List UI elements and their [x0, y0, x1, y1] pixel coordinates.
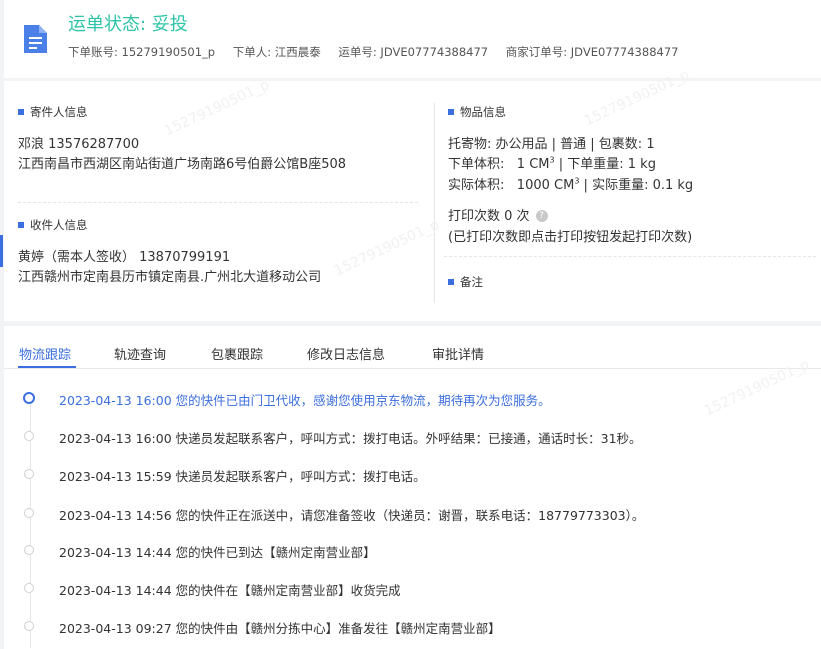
- timeline-text: 2023-04-13 16:00 快递员发起联系客户，呼叫方式：拨打电话。外呼结果…: [59, 428, 642, 447]
- actual-weight: 实际重量: 0.1 kg: [592, 178, 694, 193]
- actual-volume-weight: 实际体积: 1000 CM3 | 实际重量: 0.1 kg: [448, 174, 693, 193]
- timeline-item: 2023-04-13 14:44 您的快件已到达【赣州定南营业部】: [4, 542, 821, 562]
- receiver-address: 江西赣州市定南县历市镇定南县.广州北大道移动公司: [18, 270, 322, 285]
- remark-section-title: 备注: [448, 274, 483, 290]
- waybill-number: 运单号: JDVE07774388477: [338, 45, 489, 59]
- tab-track-query[interactable]: 轨迹查询: [114, 344, 166, 363]
- orderer: 下单人: 江西晨泰: [232, 45, 321, 59]
- timeline-desc: 您的快件由【赣州分拣中心】准备发往【赣州定南营业部】: [175, 621, 501, 636]
- timeline-desc: 您的快件正在派送中，请您准备签收（快递员：谢晋，联系电话：18779773303…: [175, 508, 645, 523]
- print-count-row: 打印次数 0 次?: [448, 205, 548, 224]
- sender-address: 江西南昌市西湖区南站街道广场南路6号伯爵公馆B座508: [18, 157, 347, 172]
- waybill-header: 运单状态: 妥投 下单账号: 15279190501_p 下单人: 江西晨泰 运…: [4, 0, 821, 78]
- timeline-time: 2023-04-13 16:00: [59, 431, 172, 446]
- tab-approval-details[interactable]: 审批详情: [432, 344, 484, 363]
- separator: |: [558, 157, 564, 172]
- order-account: 下单账号: 15279190501_p: [68, 45, 216, 59]
- timeline-time: 2023-04-13 14:44: [59, 545, 172, 560]
- timeline-desc: 您的快件在【赣州定南营业部】收货完成: [175, 583, 401, 598]
- print-note: (已打印次数即点击打印按钮发起打印次数): [448, 230, 693, 245]
- shipment-info-panel: 寄件人信息 邓浪 13576287700 江西南昌市西湖区南站街道广场南路6号伯…: [4, 81, 821, 321]
- timeline-time: 2023-04-13 15:59: [59, 469, 172, 484]
- timeline-item: 2023-04-13 14:44 您的快件在【赣州定南营业部】收货完成: [4, 580, 821, 600]
- receiver-name-phone: 黄婷（需本人签收） 13870799191: [18, 250, 231, 265]
- order-volume-value: 1 CM: [516, 157, 550, 172]
- timeline-item: 2023-04-13 14:56 您的快件正在派送中，请您准备签收（快递员：谢晋，…: [4, 505, 821, 525]
- active-indicator: [0, 235, 3, 267]
- divider: [18, 202, 418, 203]
- order-volume-weight: 下单体积: 1 CM3 | 下单重量: 1 kg: [448, 153, 656, 172]
- goods-section-title: 物品信息: [448, 104, 506, 120]
- waybill-meta: 下单账号: 15279190501_p 下单人: 江西晨泰 运单号: JDVE0…: [68, 44, 692, 60]
- timeline-dot: [24, 431, 34, 441]
- tab-modification-log[interactable]: 修改日志信息: [307, 344, 385, 363]
- timeline-dot: [24, 508, 34, 518]
- timeline-text: 2023-04-13 15:59 快递员发起联系客户，呼叫方式：拨打电话。: [59, 466, 426, 485]
- sender-name-phone: 邓浪 13576287700: [18, 137, 140, 152]
- timeline-text: 2023-04-13 14:44 您的快件在【赣州定南营业部】收货完成: [59, 580, 401, 599]
- timeline-time: 2023-04-13 14:56: [59, 508, 172, 523]
- actual-volume-value: 1000 CM: [516, 178, 575, 193]
- merchant-order-number: 商家订单号: JDVE07774388477: [505, 45, 679, 59]
- timeline-dot: [24, 545, 34, 555]
- order-volume-label: 下单体积:: [448, 157, 505, 172]
- divider: [444, 256, 816, 257]
- timeline-dot: [24, 469, 34, 479]
- tab-bar: 物流跟踪 轨迹查询 包裹跟踪 修改日志信息 审批详情: [4, 326, 821, 369]
- tab-logistics-tracking[interactable]: 物流跟踪: [19, 344, 71, 363]
- timeline-item: 2023-04-13 15:59 快递员发起联系客户，呼叫方式：拨打电话。: [4, 466, 821, 486]
- sender-section-title: 寄件人信息: [18, 104, 88, 120]
- timeline-text: 2023-04-13 16:00 您的快件已由门卫代收，感谢您使用京东物流，期待再…: [59, 390, 551, 409]
- timeline-dot: [24, 621, 34, 631]
- question-icon[interactable]: ?: [535, 209, 548, 222]
- timeline-text: 2023-04-13 14:56 您的快件正在派送中，请您准备签收（快递员：谢晋，…: [59, 505, 644, 524]
- tab-package-tracking[interactable]: 包裹跟踪: [211, 344, 263, 363]
- timeline-item: 2023-04-13 16:00 快递员发起联系客户，呼叫方式：拨打电话。外呼结果…: [4, 428, 821, 448]
- divider: [434, 103, 435, 303]
- actual-volume-label: 实际体积:: [448, 178, 505, 193]
- print-count: 打印次数 0 次: [448, 209, 530, 224]
- waybill-status: 运单状态: 妥投: [68, 14, 188, 35]
- timeline-desc: 您的快件已到达【赣州定南营业部】: [175, 545, 376, 560]
- timeline-desc: 快递员发起联系客户，呼叫方式：拨打电话。外呼结果：已接通，通话时长：31秒。: [175, 431, 642, 446]
- tracking-panel: 物流跟踪 轨迹查询 包裹跟踪 修改日志信息 审批详情 2023-04-13 16…: [4, 326, 821, 649]
- document-icon: [24, 25, 47, 53]
- timeline-dot: [24, 583, 34, 593]
- timeline-desc: 您的快件已由门卫代收，感谢您使用京东物流，期待再次为您服务。: [175, 393, 551, 408]
- timeline-dot-active: [23, 392, 35, 404]
- timeline-time: 2023-04-13 09:27: [59, 621, 172, 636]
- receiver-section-title: 收件人信息: [18, 217, 88, 233]
- volume-exponent: 3: [574, 176, 580, 186]
- timeline-item: 2023-04-13 09:27 您的快件由【赣州分拣中心】准备发往【赣州定南营业…: [4, 618, 821, 638]
- timeline-time: 2023-04-13 16:00: [59, 393, 172, 408]
- active-tab-indicator: [18, 366, 76, 368]
- timeline-text: 2023-04-13 09:27 您的快件由【赣州分拣中心】准备发往【赣州定南营业…: [59, 618, 501, 637]
- volume-exponent: 3: [549, 155, 555, 165]
- separator: |: [583, 178, 588, 193]
- goods-summary: 托寄物: 办公用品 | 普通 | 包裹数: 1: [448, 137, 655, 152]
- order-weight: 下单重量: 1 kg: [567, 157, 656, 172]
- timeline-text: 2023-04-13 14:44 您的快件已到达【赣州定南营业部】: [59, 542, 376, 561]
- timeline-desc: 快递员发起联系客户，呼叫方式：拨打电话。: [175, 469, 426, 484]
- timeline-time: 2023-04-13 14:44: [59, 583, 172, 598]
- timeline-item: 2023-04-13 16:00 您的快件已由门卫代收，感谢您使用京东物流，期待再…: [4, 390, 821, 410]
